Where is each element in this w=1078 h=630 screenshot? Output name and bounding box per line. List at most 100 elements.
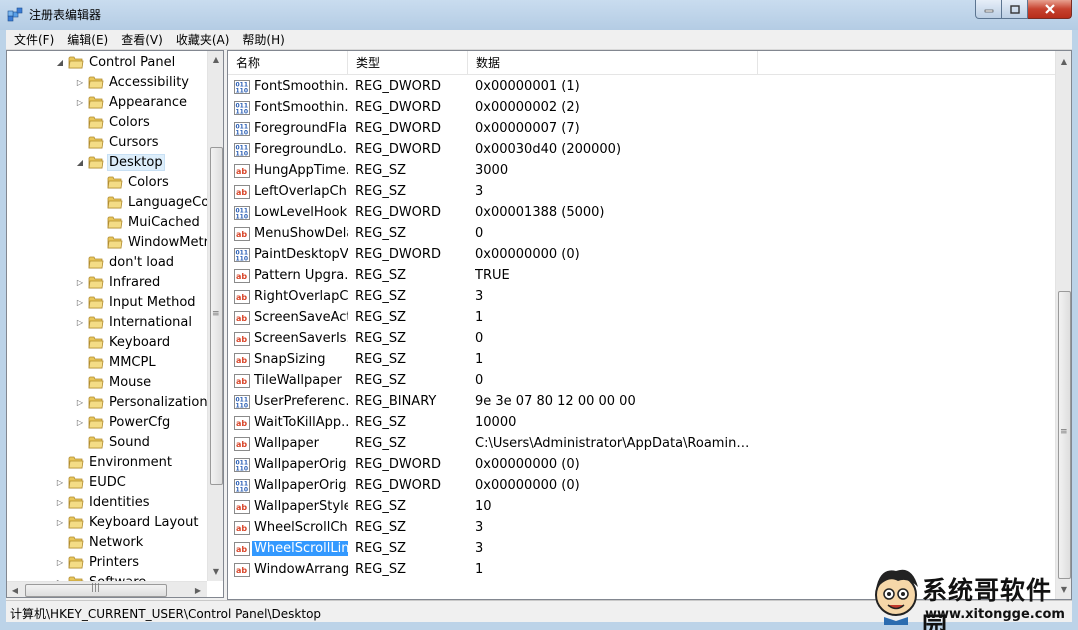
tree-item[interactable]: ▷ Accessibility: [75, 72, 191, 92]
column-header-data[interactable]: 数据: [468, 51, 758, 75]
table-row[interactable]: 011 110 FontSmoothin... REG_DWORD 0x00000001…: [228, 76, 1056, 97]
table-row[interactable]: ab TileWallpaper REG_SZ 0: [228, 370, 1056, 391]
svg-text:110: 110: [236, 87, 249, 94]
maximize-icon: [1009, 4, 1020, 14]
table-row[interactable]: ab MenuShowDelay REG_SZ 0: [228, 223, 1056, 244]
collapsed-arrow-icon[interactable]: ▷: [75, 272, 85, 292]
scroll-left-arrow[interactable]: ◀: [7, 582, 23, 597]
expanded-arrow-icon[interactable]: ◢: [75, 152, 85, 172]
tree-item[interactable]: Network: [55, 532, 145, 552]
scroll-right-arrow[interactable]: ▶: [190, 582, 206, 597]
menu-favorites[interactable]: 收藏夹(A): [168, 31, 235, 48]
table-row[interactable]: ab Wallpaper REG_SZ C:\Users\Administrator\…: [228, 433, 1056, 454]
tree-item[interactable]: ▷ Input Method: [75, 292, 198, 312]
tree-item[interactable]: ◢ Control Panel: [55, 52, 177, 72]
tree-item[interactable]: ▷ Printers: [55, 552, 141, 572]
collapsed-arrow-icon[interactable]: ▷: [75, 412, 85, 432]
key-tree-pane[interactable]: ◢ Control Panel ▷ Accessibility ▷ Appearance C…: [6, 50, 224, 598]
tree-item[interactable]: Mouse: [75, 372, 153, 392]
collapsed-arrow-icon[interactable]: ▷: [75, 292, 85, 312]
table-row[interactable]: ab ScreenSaveActi... REG_SZ 1: [228, 307, 1056, 328]
title-bar[interactable]: 注册表编辑器: [0, 0, 1078, 30]
tree-item[interactable]: ▷ Personalization: [75, 392, 209, 412]
menu-file[interactable]: 文件(F): [6, 31, 59, 48]
collapsed-arrow-icon[interactable]: ▷: [55, 572, 65, 582]
menu-help[interactable]: 帮助(H): [234, 31, 289, 48]
table-row[interactable]: ab LeftOverlapCh... REG_SZ 3: [228, 181, 1056, 202]
table-row[interactable]: 011110 WallpaperOrig... REG_DWORD 0x0000000…: [228, 454, 1056, 475]
tree-item[interactable]: Colors: [94, 172, 171, 192]
collapsed-arrow-icon[interactable]: ▷: [75, 92, 85, 112]
column-header-name[interactable]: 名称: [228, 51, 348, 75]
tree-item[interactable]: ▷ PowerCfg: [75, 412, 172, 432]
folder-icon: [107, 236, 123, 249]
tree-horizontal-scrollbar[interactable]: ◀ ||| ▶: [7, 581, 207, 597]
tree-item[interactable]: ▷ Identities: [55, 492, 152, 512]
tree-vertical-scrollbar[interactable]: ▲ ≡ ▼: [207, 51, 223, 581]
collapsed-arrow-icon[interactable]: ▷: [75, 392, 85, 412]
value-name-cell: 011110 WallpaperOrig...: [234, 475, 348, 496]
table-row[interactable]: 011 110 UserPreferenc... REG_BINARY 9e 3e 07…: [228, 391, 1056, 412]
tree-item[interactable]: MuiCached: [94, 212, 202, 232]
collapsed-arrow-icon[interactable]: ▷: [55, 492, 65, 512]
scroll-up-arrow[interactable]: ▲: [1056, 53, 1071, 69]
collapsed-arrow-icon[interactable]: ▷: [55, 552, 65, 572]
minimize-button[interactable]: [975, 0, 1002, 19]
table-row[interactable]: ab WallpaperStyle REG_SZ 10: [228, 496, 1056, 517]
table-row[interactable]: 011110 WallpaperOrig... REG_DWORD 0x0000000…: [228, 475, 1056, 496]
tree-item[interactable]: ▷ Keyboard Layout: [55, 512, 200, 532]
tree-item[interactable]: LanguageConfiguration: [94, 192, 209, 212]
list-vertical-scrollbar[interactable]: ▲ ≡ ▼: [1055, 51, 1071, 599]
menu-edit[interactable]: 编辑(E): [59, 31, 113, 48]
tree-item[interactable]: Keyboard: [75, 332, 172, 352]
tree-item[interactable]: ▷ International: [75, 312, 194, 332]
collapsed-arrow-icon[interactable]: ▷: [55, 512, 65, 532]
value-name-cell: 011110 LowLevelHook...: [234, 202, 348, 223]
table-row[interactable]: 011 110 FontSmoothin... REG_DWORD 0x00000002…: [228, 97, 1056, 118]
value-name: LowLevelHook...: [254, 205, 348, 220]
tree-item-label: Desktop: [107, 153, 165, 171]
maximize-button[interactable]: [1002, 0, 1028, 19]
column-header-type[interactable]: 类型: [348, 51, 468, 75]
values-list-pane[interactable]: 名称 类型 数据 011 110 FontSmoothin... REG_DWORD 0…: [227, 50, 1072, 600]
table-row[interactable]: ab WheelScrollLin... REG_SZ 3: [228, 538, 1056, 559]
tree-item[interactable]: ▷ Appearance: [75, 92, 189, 112]
scroll-up-arrow[interactable]: ▲: [208, 51, 223, 67]
tree-item[interactable]: MMCPL: [75, 352, 158, 372]
collapsed-arrow-icon[interactable]: ▷: [75, 72, 85, 92]
value-name: WaitToKillApp...: [254, 415, 348, 430]
table-row[interactable]: ab Pattern Upgra... REG_SZ TRUE: [228, 265, 1056, 286]
table-row[interactable]: 011110 LowLevelHook... REG_DWORD 0x00001388…: [228, 202, 1056, 223]
tree-item[interactable]: WindowMetrics: [94, 232, 209, 252]
value-data: 0x00000000 (0): [475, 457, 580, 472]
table-row[interactable]: ab HungAppTime... REG_SZ 3000: [228, 160, 1056, 181]
tree-item[interactable]: don't load: [75, 252, 176, 272]
table-row[interactable]: ab RightOverlapC... REG_SZ 3: [228, 286, 1056, 307]
tree-item[interactable]: ▷ EUDC: [55, 472, 128, 492]
tree-item[interactable]: Environment: [55, 452, 174, 472]
tree-item[interactable]: Sound: [75, 432, 152, 452]
menu-view[interactable]: 查看(V): [113, 31, 168, 48]
expanded-arrow-icon[interactable]: ◢: [55, 52, 65, 72]
tree-item[interactable]: ▷Software: [55, 572, 148, 581]
table-row[interactable]: 011110 PaintDesktopV... REG_DWORD 0x0000000…: [228, 244, 1056, 265]
close-button[interactable]: [1028, 0, 1072, 19]
scroll-down-arrow[interactable]: ▼: [208, 563, 223, 579]
value-name-cell: ab SnapSizing: [234, 349, 348, 370]
tree-item-label: Appearance: [109, 94, 188, 110]
tree-item[interactable]: Colors: [75, 112, 152, 132]
main-area: ◢ Control Panel ▷ Accessibility ▷ Appearance C…: [6, 50, 1072, 600]
collapsed-arrow-icon[interactable]: ▷: [55, 472, 65, 492]
table-row[interactable]: 011 110 ForegroundLo... REG_DWORD 0x00030d40…: [228, 139, 1056, 160]
tree-item[interactable]: ▷ Infrared: [75, 272, 162, 292]
table-row[interactable]: 011110 ForegroundFla... REG_DWORD 0x0000000…: [228, 118, 1056, 139]
collapsed-arrow-icon[interactable]: ▷: [75, 312, 85, 332]
table-row[interactable]: ab WheelScrollCh... REG_SZ 3: [228, 517, 1056, 538]
tree-item[interactable]: Cursors: [75, 132, 161, 152]
table-row[interactable]: ab WaitToKillApp... REG_SZ 10000: [228, 412, 1056, 433]
folder-icon: [88, 96, 104, 109]
table-row[interactable]: ab ScreenSaverIs... REG_SZ 0: [228, 328, 1056, 349]
table-row[interactable]: ab SnapSizing REG_SZ 1: [228, 349, 1056, 370]
tree-item[interactable]: ◢ Desktop: [75, 152, 165, 172]
